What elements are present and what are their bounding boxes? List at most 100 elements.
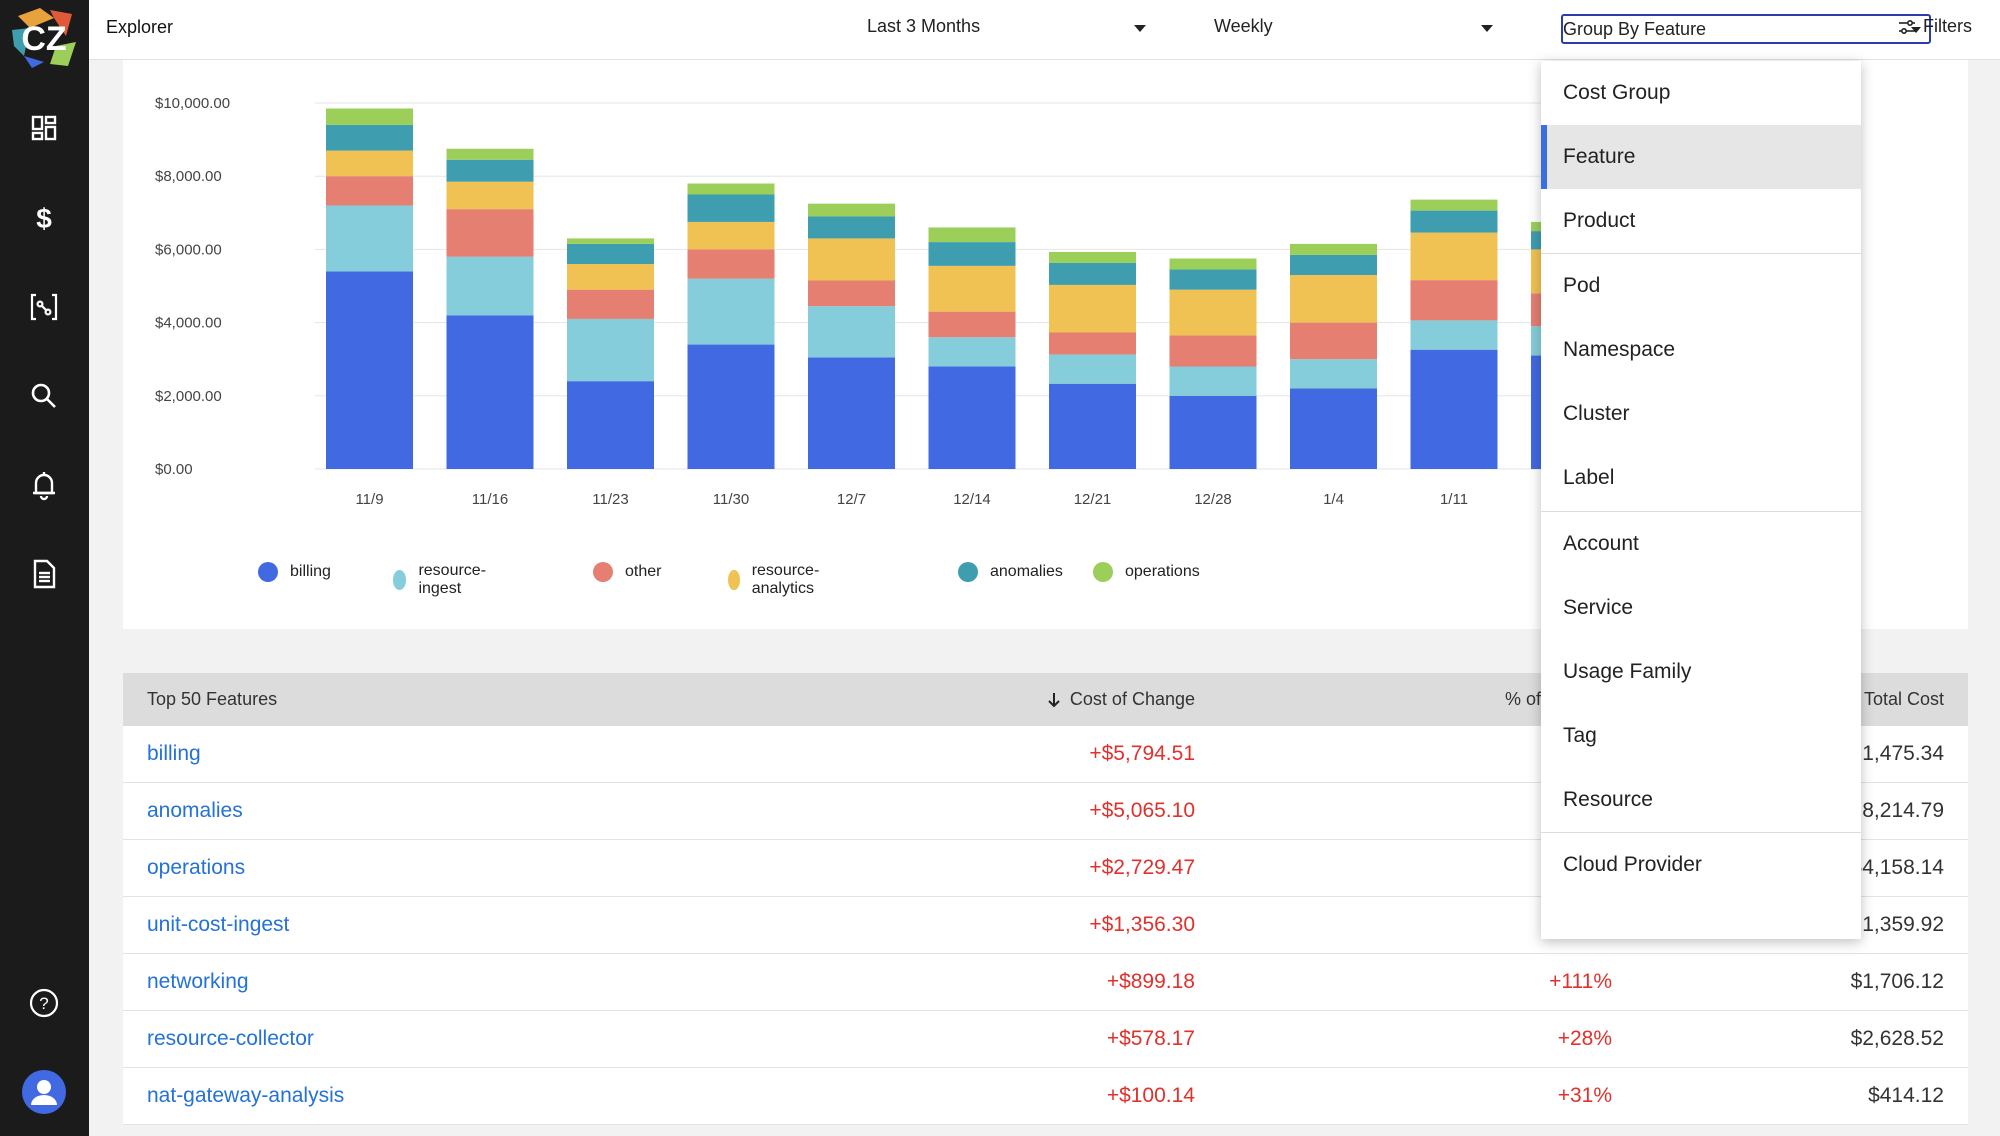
bar-segment-billing[interactable] <box>928 366 1016 469</box>
bar-segment-other[interactable] <box>1410 280 1498 321</box>
user-avatar-icon[interactable] <box>22 1070 66 1114</box>
bar-segment-anomalies[interactable] <box>567 243 654 265</box>
menu-item-cluster[interactable]: Cluster <box>1541 382 1861 446</box>
filters-button[interactable]: Filters <box>1897 16 1972 37</box>
bar-segment-operations[interactable] <box>687 183 775 195</box>
bar-segment-other[interactable] <box>446 209 534 257</box>
bar-segment-resource-analytics[interactable] <box>1169 289 1257 336</box>
bar-segment-billing[interactable] <box>1049 383 1136 469</box>
feature-link[interactable]: operations <box>147 856 245 880</box>
granularity-caret-icon[interactable] <box>1481 25 1493 32</box>
menu-item-product[interactable]: Product <box>1541 189 1861 253</box>
bar-segment-other[interactable] <box>928 311 1016 338</box>
menu-item-usage-family[interactable]: Usage Family <box>1541 640 1861 704</box>
bar-segment-operations[interactable] <box>928 227 1016 243</box>
feature-link[interactable]: networking <box>147 970 249 994</box>
dashboard-icon[interactable] <box>24 108 64 148</box>
legend-item-billing[interactable]: billing <box>258 562 331 582</box>
menu-item-cost-group[interactable]: Cost Group <box>1541 61 1861 125</box>
table-row[interactable]: networking +$899.18 +111% $1,706.12 <box>123 954 1968 1011</box>
bar-segment-billing[interactable] <box>1290 388 1377 469</box>
bar-segment-operations[interactable] <box>808 203 895 217</box>
bar-segment-operations[interactable] <box>1049 251 1136 263</box>
bar-segment-resource-analytics[interactable] <box>808 238 895 281</box>
table-row[interactable]: nat-gateway-analysis +$100.14 +31% $414.12 <box>123 1068 1968 1125</box>
menu-item-resource[interactable]: Resource <box>1541 768 1861 832</box>
bar-segment-billing[interactable] <box>326 271 413 469</box>
bar-segment-anomalies[interactable] <box>1049 262 1136 285</box>
bar-segment-resource-ingest[interactable] <box>446 256 534 316</box>
bar-segment-anomalies[interactable] <box>687 194 775 222</box>
bar-segment-resource-analytics[interactable] <box>687 221 775 250</box>
group-by-select[interactable]: Group By Feature <box>1561 14 1931 44</box>
bar-segment-anomalies[interactable] <box>808 216 895 239</box>
range-dropdown[interactable]: Last 3 Months <box>867 16 980 37</box>
bar-segment-other[interactable] <box>808 280 895 307</box>
bar-segment-resource-ingest[interactable] <box>928 337 1016 367</box>
granularity-dropdown[interactable]: Weekly <box>1214 16 1273 37</box>
bar-segment-resource-ingest[interactable] <box>1410 320 1498 350</box>
document-icon[interactable] <box>24 554 64 594</box>
bar-segment-operations[interactable] <box>1290 243 1377 255</box>
bar-segment-operations[interactable] <box>446 148 534 160</box>
bar-segment-resource-ingest[interactable] <box>687 278 775 345</box>
bar-segment-other[interactable] <box>1169 335 1257 367</box>
header-cost-of-change[interactable]: Cost of Change <box>1046 689 1195 710</box>
search-icon[interactable] <box>24 376 64 416</box>
menu-item-account[interactable]: Account <box>1541 512 1861 576</box>
bar-segment-resource-analytics[interactable] <box>567 264 654 290</box>
bar-segment-billing[interactable] <box>446 315 534 469</box>
bar-segment-anomalies[interactable] <box>326 124 413 151</box>
legend-item-resource-analytics[interactable]: resource-analytics <box>728 562 828 598</box>
bar-segment-operations[interactable] <box>326 108 413 125</box>
bar-segment-anomalies[interactable] <box>1290 254 1377 276</box>
bar-segment-billing[interactable] <box>687 344 775 469</box>
bar-segment-resource-analytics[interactable] <box>1290 275 1377 323</box>
menu-item-service[interactable]: Service <box>1541 576 1861 640</box>
unit-metrics-icon[interactable] <box>24 287 64 327</box>
menu-item-pod[interactable]: Pod <box>1541 254 1861 318</box>
bar-segment-other[interactable] <box>567 289 654 319</box>
bar-segment-other[interactable] <box>1049 332 1136 355</box>
menu-item-namespace[interactable]: Namespace <box>1541 318 1861 382</box>
help-icon[interactable]: ? <box>24 983 64 1023</box>
legend-item-anomalies[interactable]: anomalies <box>958 562 1063 582</box>
feature-link[interactable]: billing <box>147 742 201 766</box>
header-total-cost[interactable]: Total Cost <box>1864 689 1944 710</box>
bar-segment-anomalies[interactable] <box>1169 269 1257 290</box>
bar-segment-resource-analytics[interactable] <box>446 181 534 210</box>
bar-segment-resource-ingest[interactable] <box>1290 359 1377 389</box>
menu-item-cloud-provider[interactable]: Cloud Provider <box>1541 833 1861 897</box>
bar-segment-resource-analytics[interactable] <box>1410 232 1498 281</box>
bar-segment-billing[interactable] <box>567 381 654 469</box>
bar-segment-billing[interactable] <box>808 357 895 469</box>
bar-segment-resource-analytics[interactable] <box>1049 284 1136 333</box>
menu-item-tag[interactable]: Tag <box>1541 704 1861 768</box>
bar-segment-other[interactable] <box>326 176 413 206</box>
header-name[interactable]: Top 50 Features <box>147 689 277 710</box>
bar-segment-operations[interactable] <box>567 238 654 244</box>
bar-segment-resource-ingest[interactable] <box>326 205 413 272</box>
bar-segment-other[interactable] <box>687 249 775 279</box>
bar-segment-anomalies[interactable] <box>446 159 534 182</box>
legend-item-resource-ingest[interactable]: resource-ingest <box>393 562 493 598</box>
header-percent[interactable]: % of <box>1505 689 1541 710</box>
bar-segment-resource-ingest[interactable] <box>567 318 654 382</box>
bar-segment-resource-ingest[interactable] <box>808 306 895 358</box>
dollar-icon[interactable]: $ <box>24 198 64 238</box>
feature-link[interactable]: nat-gateway-analysis <box>147 1084 344 1108</box>
bar-segment-resource-ingest[interactable] <box>1049 354 1136 384</box>
bar-segment-anomalies[interactable] <box>1410 210 1498 233</box>
feature-link[interactable]: resource-collector <box>147 1027 314 1051</box>
bell-icon[interactable] <box>24 465 64 505</box>
legend-item-operations[interactable]: operations <box>1093 562 1200 582</box>
table-row[interactable]: resource-collector +$578.17 +28% $2,628.52 <box>123 1011 1968 1068</box>
bar-segment-billing[interactable] <box>1169 395 1257 469</box>
feature-link[interactable]: anomalies <box>147 799 243 823</box>
logo[interactable]: CZ <box>10 6 78 70</box>
bar-segment-resource-analytics[interactable] <box>326 150 413 177</box>
menu-item-feature[interactable]: Feature <box>1541 125 1861 189</box>
legend-item-other[interactable]: other <box>593 562 661 582</box>
bar-segment-billing[interactable] <box>1410 349 1498 469</box>
bar-segment-resource-analytics[interactable] <box>928 265 1016 312</box>
